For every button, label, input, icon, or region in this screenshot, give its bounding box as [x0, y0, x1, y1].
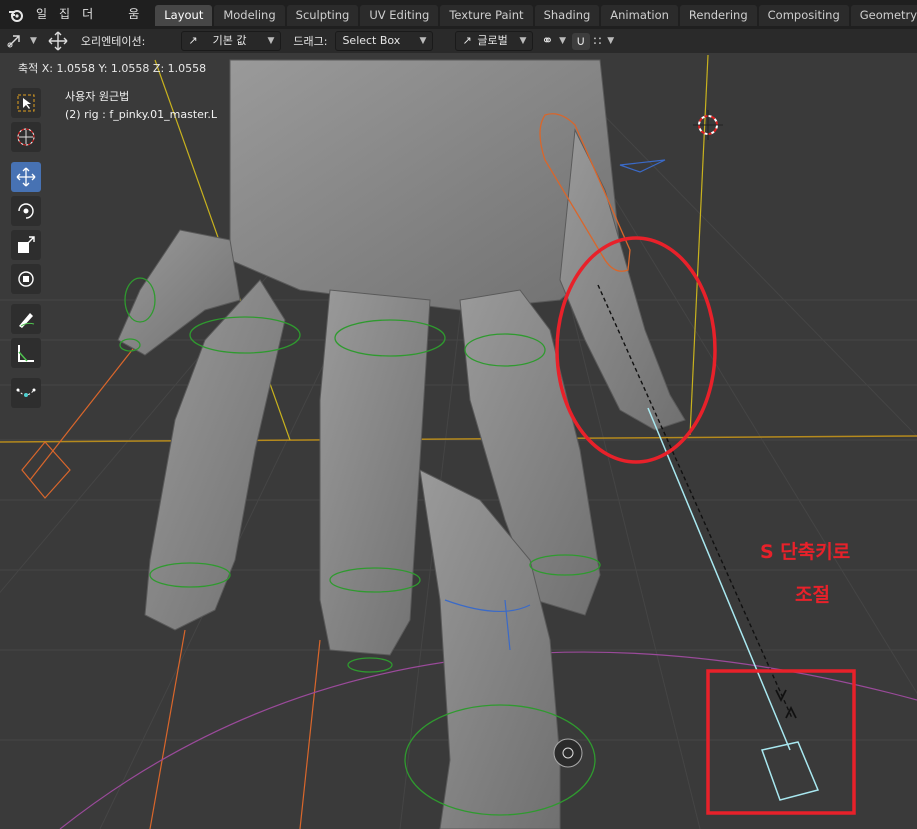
tab-uv-editing[interactable]: UV Editing: [360, 4, 439, 26]
3d-cursor-icon: [693, 110, 723, 140]
rotate-icon: [18, 203, 34, 219]
viewport-info: 사용자 원근법 (2) rig : f_pinky.01_master.L: [65, 88, 217, 124]
transform-icon: [18, 271, 34, 287]
red-box-annotation: [706, 669, 856, 815]
tab-compositing[interactable]: Compositing: [758, 4, 849, 26]
measure-icon: [18, 345, 34, 362]
left-toolbar: [8, 88, 46, 412]
bone-line: [689, 54, 709, 436]
select-box-tool[interactable]: [11, 88, 41, 118]
top-menubar: 파일 편집 렌더 창 도움말 Layout Modeling Sculpting…: [0, 0, 917, 50]
active-object-name: (2) rig : f_pinky.01_master.L: [65, 108, 218, 121]
snap-target-dropdown[interactable]: ∷ ▼: [594, 34, 615, 48]
drag-mode-value: Select Box: [342, 34, 401, 47]
annotation-text-line1: S 단축키로: [760, 541, 851, 563]
scale-icon: [18, 236, 35, 253]
tab-animation[interactable]: Animation: [601, 4, 678, 26]
drag-mode-dropdown[interactable]: Select Box ▼: [335, 31, 434, 51]
measure-tool[interactable]: [11, 338, 41, 368]
move-icon: [16, 167, 36, 187]
scale-readout: 축적 X: 1.0558 Y: 1.0558 Z: 1.0558: [18, 62, 207, 75]
annotate-tool[interactable]: [11, 304, 41, 334]
bone-envelope-icon: [16, 388, 36, 397]
snap-increment-icon: ∷: [593, 34, 602, 48]
tab-sculpting[interactable]: Sculpting: [286, 4, 359, 26]
viewport-scene: [0, 54, 917, 829]
tab-modeling[interactable]: Modeling: [214, 4, 285, 26]
bone-line: [299, 639, 321, 829]
cursor-icon: [17, 128, 35, 146]
workspace-tabs: Layout Modeling Sculpting UV Editing Tex…: [155, 4, 917, 26]
move-tool[interactable]: [11, 162, 41, 192]
camera-gizmo-icon: [553, 738, 583, 768]
magnet-icon: ∪: [576, 33, 586, 49]
blender-logo-icon[interactable]: [8, 5, 24, 25]
tab-texture-paint[interactable]: Texture Paint: [440, 4, 533, 26]
select-box-icon: [17, 94, 35, 112]
orientation-dropdown[interactable]: ↗ 기본 값 ▼: [181, 31, 282, 51]
transform-tool[interactable]: [11, 264, 41, 294]
chevron-down-icon: ▼: [607, 36, 615, 46]
snap-toggle[interactable]: ∪: [572, 32, 590, 50]
chevron-down-icon: ▼: [419, 36, 427, 46]
transform-orientation-dropdown[interactable]: ↗ 글로벌 ▼: [455, 31, 534, 51]
link-icon: ⚭: [541, 33, 554, 49]
x-axis-line: [0, 435, 917, 443]
cursor-tool[interactable]: [11, 122, 41, 152]
view-name: 사용자 원근법: [65, 90, 130, 103]
scale-arrow-icon: [775, 689, 797, 719]
active-bone-widget: [761, 741, 820, 801]
active-bone-line: [647, 407, 791, 751]
move-gizmo-icon[interactable]: [47, 31, 69, 51]
annotate-icon: [19, 313, 35, 328]
bone-line: [149, 629, 186, 829]
orientation-value: 기본 값: [212, 34, 247, 47]
chevron-down-icon: ▼: [30, 36, 37, 46]
pivot-icon: [7, 35, 20, 48]
tool-header: ▼ 오리엔테이션: ↗ 기본 값 ▼ 드래그: Select Box ▼ ↗ 글…: [0, 29, 917, 53]
tab-shading[interactable]: Shading: [534, 4, 600, 26]
controller-outline-blue: [619, 159, 666, 173]
chevron-down-icon: ▼: [519, 36, 527, 46]
tab-layout[interactable]: Layout: [155, 4, 213, 26]
scale-tool[interactable]: [11, 230, 41, 260]
global-axis-icon: ↗: [462, 34, 472, 47]
tab-geometry-nodes[interactable]: Geometry N: [850, 4, 917, 26]
rotate-tool[interactable]: [11, 196, 41, 226]
pivot-link-dropdown[interactable]: ⚭ ▼: [541, 33, 566, 49]
chevron-down-icon: ▼: [559, 36, 567, 46]
tab-rendering[interactable]: Rendering: [679, 4, 757, 26]
transform-pivot-dropdown[interactable]: ▼: [6, 33, 37, 49]
orientation-axis-icon: ↗: [188, 34, 198, 47]
ik-widget: [21, 441, 71, 499]
transform-orientation-value: 글로벌: [477, 34, 508, 47]
chevron-down-icon: ▼: [267, 36, 275, 46]
bone-envelope-tool[interactable]: [11, 378, 41, 408]
3d-viewport[interactable]: 축적 X: 1.0558 Y: 1.0558 Z: 1.0558 사용자 원근법…: [0, 53, 917, 829]
hand-mesh: [117, 59, 686, 829]
bone-line: [29, 339, 141, 481]
drag-label: 드래그:: [293, 35, 328, 48]
annotation-text-line2: 조절: [795, 584, 830, 606]
orientation-label: 오리엔테이션:: [80, 35, 146, 48]
